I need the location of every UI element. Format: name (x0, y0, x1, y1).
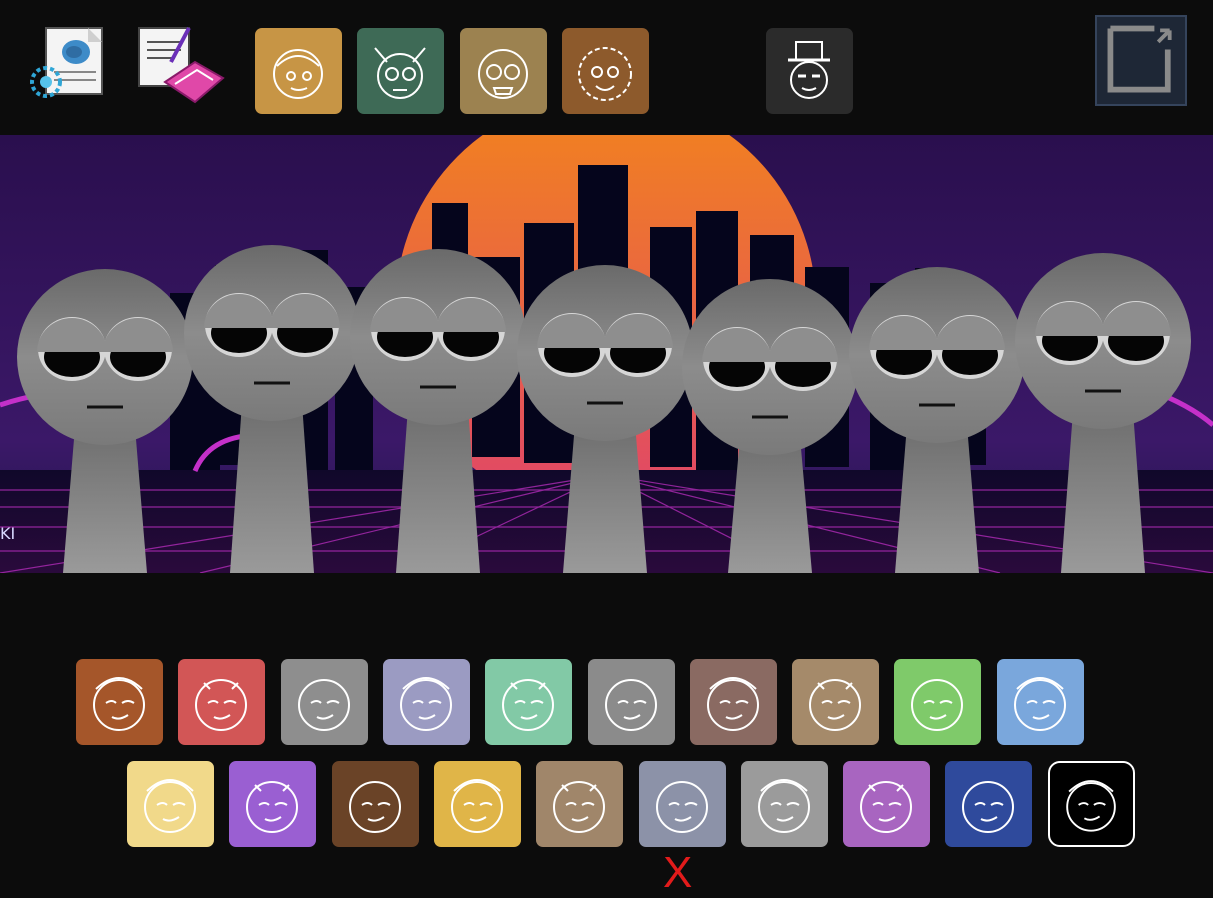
bunny-character[interactable] (843, 761, 931, 847)
fullscreen-icon (1107, 25, 1172, 93)
devil-character[interactable] (229, 761, 317, 847)
characters-layer (17, 245, 1191, 573)
fullscreen-button[interactable] (1095, 15, 1187, 106)
cap-character-icon (809, 679, 862, 731)
sun-character-icon (144, 779, 196, 833)
hair-character[interactable] (945, 761, 1033, 847)
character-1[interactable] (17, 269, 193, 573)
monocle-character-icon (706, 677, 759, 731)
mystery-character-3[interactable] (460, 28, 547, 114)
tv-character[interactable] (638, 761, 726, 847)
cowboy-character[interactable] (536, 761, 624, 847)
top-hat-character[interactable] (1047, 761, 1135, 847)
bee-character-icon (450, 779, 503, 833)
top-hat-character-icon (1065, 780, 1116, 832)
horned-character[interactable] (587, 659, 675, 745)
bear-ears-character[interactable] (996, 659, 1084, 745)
spiky-character-icon (195, 679, 248, 731)
cowboy-character-icon (553, 781, 606, 833)
character-2[interactable] (184, 245, 360, 573)
mystery-character-1[interactable] (255, 28, 342, 114)
character-6[interactable] (849, 267, 1025, 573)
horned-character-icon (604, 679, 657, 731)
bear-ears-character-icon (1013, 677, 1066, 731)
top-hat-character-button[interactable] (766, 28, 853, 114)
cat-character-icon (757, 779, 810, 833)
antenna-character[interactable] (485, 659, 573, 745)
mystery-character-4[interactable] (562, 28, 649, 114)
robot-character[interactable] (382, 659, 470, 745)
beret-character[interactable] (280, 659, 368, 745)
spiky-character[interactable] (178, 659, 266, 745)
character-4[interactable] (517, 265, 693, 573)
character-3[interactable] (350, 249, 526, 573)
tree-character-icon (348, 781, 401, 833)
character-7[interactable] (1015, 253, 1191, 573)
cat-character[interactable] (740, 761, 828, 847)
headphones-character-icon (93, 677, 145, 731)
hair-character-icon (962, 781, 1015, 833)
cap-character[interactable] (792, 659, 880, 745)
web-document-icon[interactable] (26, 24, 106, 102)
close-button[interactable]: X (663, 848, 692, 898)
headphones-character[interactable] (76, 659, 163, 745)
monocle-character[interactable] (689, 659, 777, 745)
flame-hair-character[interactable] (894, 659, 982, 745)
write-mail-icon[interactable] (135, 22, 225, 104)
character-5[interactable] (682, 279, 858, 573)
mystery-character-2[interactable] (357, 28, 444, 114)
flame-hair-character-icon (911, 679, 964, 731)
tree-character[interactable] (331, 761, 419, 847)
bee-character[interactable] (433, 761, 521, 847)
bunny-character-icon (860, 781, 913, 833)
devil-character-icon (246, 781, 299, 833)
robot-character-icon (399, 677, 452, 731)
sun-character[interactable] (127, 761, 214, 847)
beret-character-icon (297, 679, 350, 731)
antenna-character-icon (502, 679, 555, 731)
stage-label: KI (0, 524, 16, 543)
tv-character-icon (655, 781, 708, 833)
